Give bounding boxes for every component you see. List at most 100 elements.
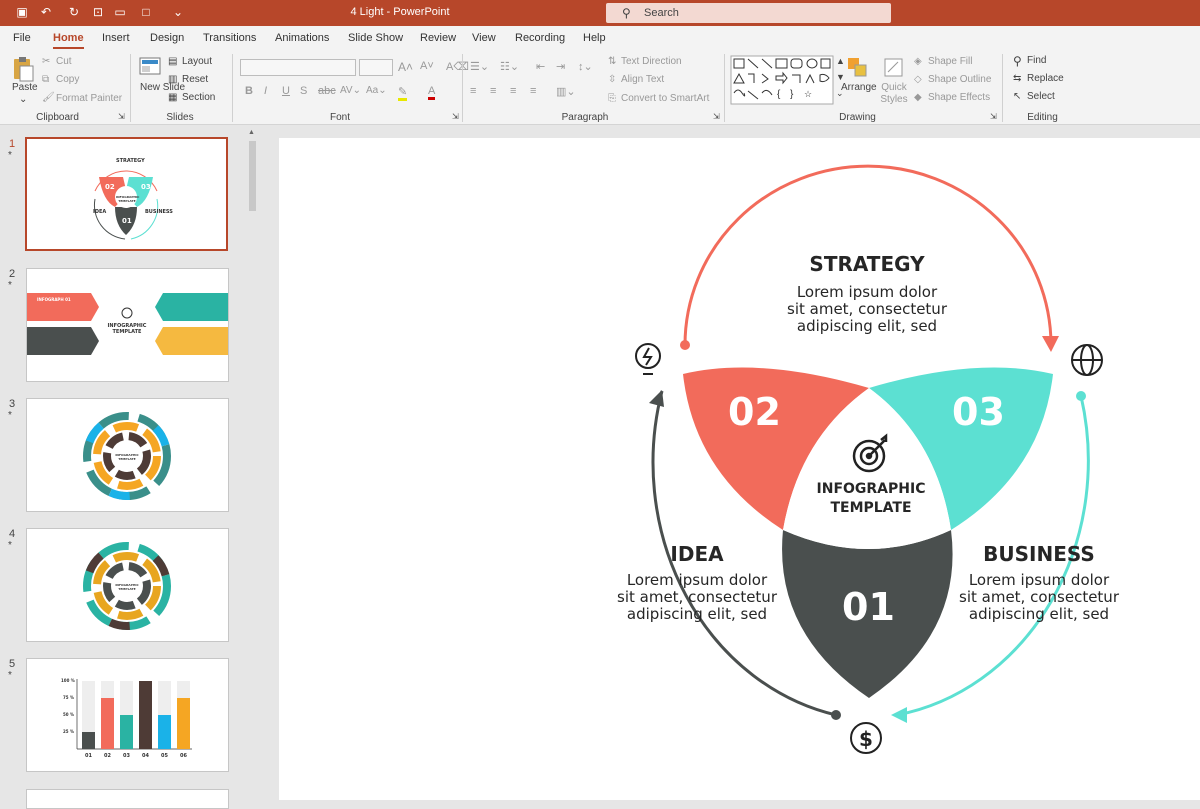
scrollbar-thumb[interactable] [249,141,256,211]
gallery-up-icon[interactable]: ▲ [836,56,845,66]
cut-icon: ✂ [42,56,51,67]
tab-insert[interactable]: Insert [102,32,130,44]
paste-icon[interactable] [11,55,35,83]
select-button[interactable]: Select [1027,91,1055,102]
slide-thumbnail-6[interactable] [26,789,229,809]
tab-slideshow[interactable]: Slide Show [348,32,403,44]
tab-file[interactable]: File [13,32,31,44]
align-text-button[interactable]: Align Text [621,74,664,85]
shape-outline-button[interactable]: Shape Outline [928,74,991,85]
align-left-icon[interactable]: ≡ [470,85,476,97]
format-painter-button[interactable]: Format Painter [56,93,122,104]
idea-block[interactable]: IDEA Lorem ipsum dolor sit amet, consect… [597,542,797,623]
decrease-indent-icon[interactable]: ⇤ [536,60,545,73]
slide-thumbnail-4[interactable]: INFOGRAPHIC TEMPLATE [26,528,229,642]
title-bar: ▣ ↶ ↻ ⊡ ▭ □ ⌄ 4 Light - PowerPoint ⚲ Sea… [0,0,1200,26]
columns-icon[interactable]: ▥⌄ [556,85,576,98]
cut-button[interactable]: Cut [56,56,72,67]
arrange-icon[interactable] [846,56,870,82]
shrink-font-icon[interactable]: A˅ [420,60,434,72]
change-case-icon[interactable]: Aa⌄ [366,85,387,96]
scroll-up-icon[interactable]: ▲ [248,129,255,136]
thumbnail-scrollbar[interactable]: ▲ [246,129,258,800]
shape-fill-button[interactable]: Shape Fill [928,56,972,67]
thumb-center: INFOGRAPHIC TEMPLATE [115,453,139,461]
idea-text-2: sit amet, consectetur [617,588,777,606]
tab-recording[interactable]: Recording [515,32,565,44]
align-center-icon[interactable]: ≡ [490,85,496,97]
idea-text-3: adipiscing elit, sed [626,605,768,623]
font-color-icon[interactable]: A [428,85,436,100]
quick-styles-button[interactable]: Quick Styles [878,82,910,106]
copy-button[interactable]: Copy [56,74,79,85]
shapes-gallery[interactable]: {} ☆ [730,55,834,105]
increase-indent-icon[interactable]: ⇥ [556,60,565,73]
slide-thumbnail-5[interactable]: 01 02 03 04 05 06 100 % 75 % 50 % 25 % [26,658,229,772]
font-launcher-icon[interactable]: ⇲ [452,112,459,121]
slide-thumbnail-2[interactable]: INFOGRAPHIC TEMPLATE INFOGRAPH 01 [26,268,229,382]
strikethrough-icon[interactable]: abc [318,85,336,97]
slide-canvas[interactable]: $ 02 03 01 INFOGRAPHIC TEMPLATE STRATEGY… [279,138,1200,800]
tab-transitions[interactable]: Transitions [203,32,256,44]
slide-number: 3 [9,398,16,410]
font-family-select[interactable] [240,59,356,76]
find-button[interactable]: Find [1027,55,1046,66]
clipboard-launcher-icon[interactable]: ⇲ [118,112,125,121]
paragraph-label: Paragraph [561,112,609,123]
thumb-num-01: 01 [122,217,132,225]
smartart-button[interactable]: Convert to SmartArt [621,93,709,104]
tab-design[interactable]: Design [150,32,184,44]
tab-view[interactable]: View [472,32,496,44]
tab-animations[interactable]: Animations [275,32,329,44]
search-input[interactable]: ⚲ Search [606,3,891,23]
shadow-icon[interactable]: S [300,85,307,97]
business-text-2: sit amet, consectetur [959,588,1119,606]
underline-icon[interactable]: U [282,85,290,97]
quick-styles-icon[interactable] [882,56,906,80]
bar-05 [158,715,171,749]
bullets-icon[interactable]: ☰⌄ [470,60,489,73]
new-slide-button[interactable]: New Slide [140,82,185,93]
tab-help[interactable]: Help [583,32,606,44]
reset-button[interactable]: Reset [182,74,208,85]
section-button[interactable]: Section [182,92,215,103]
strategy-block[interactable]: STRATEGY Lorem ipsum dolor sit amet, con… [767,252,967,335]
gallery-down-icon[interactable]: ▼ [836,72,845,82]
bold-icon[interactable]: B [245,85,253,97]
new-slide-icon[interactable] [138,55,162,79]
numbering-icon[interactable]: ☷⌄ [500,60,519,73]
separator [232,54,233,122]
svg-text:☆: ☆ [804,89,812,99]
paste-button[interactable]: Paste [12,82,38,93]
arrange-button[interactable]: Arrange [841,82,877,93]
paragraph-launcher-icon[interactable]: ⇲ [713,112,720,121]
copy-icon: ⧉ [42,74,50,85]
line-spacing-icon[interactable]: ↕⌄ [578,60,593,73]
italic-icon[interactable]: I [264,85,267,97]
layout-button[interactable]: Layout [182,56,212,67]
center-title-line2: TEMPLATE [830,500,912,516]
clear-format-icon[interactable]: A⌫ [446,60,469,73]
text-direction-button[interactable]: Text Direction [621,56,682,67]
shape-effects-button[interactable]: Shape Effects [928,92,990,103]
paste-dropdown-icon[interactable]: ⌄ [19,94,27,105]
drawing-label: Drawing [839,112,876,123]
drawing-launcher-icon[interactable]: ⇲ [990,112,997,121]
clipboard-label: Clipboard [36,112,79,123]
highlight-icon[interactable]: ✎ [398,85,408,101]
grow-font-icon[interactable]: A˄ [398,60,413,74]
slide-thumbnail-pane: 1 * STRATEGY IDEA BUSINESS 02 03 01 INFO… [0,125,262,809]
replace-button[interactable]: Replace [1027,73,1064,84]
slide-thumbnail-3[interactable]: INFOGRAPHIC TEMPLATE [26,398,229,512]
slide-thumbnail-1[interactable]: STRATEGY IDEA BUSINESS 02 03 01 INFOGRAP… [25,137,228,251]
thumb-strategy: STRATEGY [116,158,145,164]
spacing-icon[interactable]: AV⌄ [340,85,361,96]
business-block[interactable]: BUSINESS Lorem ipsum dolor sit amet, con… [939,542,1139,623]
tab-review[interactable]: Review [420,32,456,44]
align-right-icon[interactable]: ≡ [510,85,516,97]
tab-home[interactable]: Home [53,32,84,49]
justify-icon[interactable]: ≡ [530,85,536,97]
y-tick-label: 25 % [63,729,74,734]
dollar-sign: $ [859,727,873,751]
font-size-select[interactable] [359,59,393,76]
